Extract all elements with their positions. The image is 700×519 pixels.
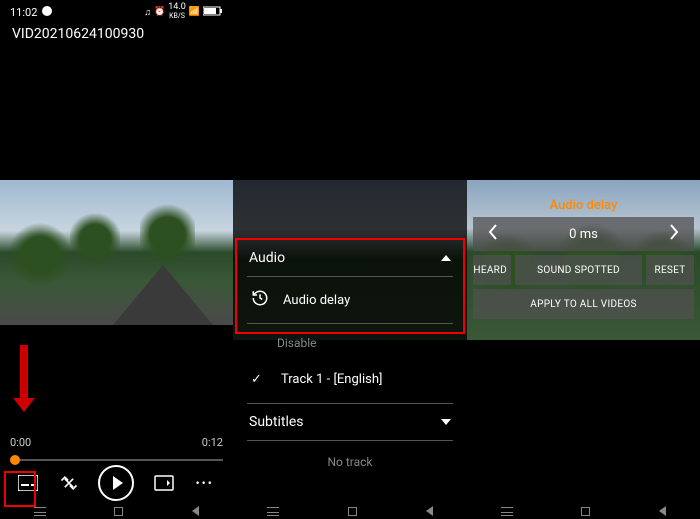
seek-thumb[interactable]	[10, 455, 20, 465]
track-row[interactable]: ✓ Track 1 - [English]	[237, 362, 463, 397]
annotation-arrow	[20, 345, 28, 400]
video-title: VID20210624100930	[0, 20, 233, 48]
screenshot-delay-controls: Audio delay 0 ms SOUND HEARD SOUND SPOTT…	[467, 0, 700, 519]
time-total: 0:12	[202, 436, 223, 449]
signal-icon: 📶	[189, 7, 200, 17]
aspect-button[interactable]	[153, 472, 175, 494]
no-track-label: No track	[237, 441, 463, 483]
net-speed: 14.0	[168, 2, 186, 12]
net-unit: KB/S	[169, 12, 185, 20]
subtitles-header-label: Subtitles	[249, 414, 304, 430]
nav-back-icon[interactable]	[659, 506, 666, 516]
subtitles-section-header[interactable]: Subtitles	[237, 404, 463, 440]
decrease-button[interactable]	[487, 223, 499, 246]
nav-home-icon[interactable]	[581, 507, 590, 516]
nav-home-icon[interactable]	[114, 507, 123, 516]
repeat-button[interactable]	[58, 472, 80, 494]
more-button[interactable]: •••	[194, 472, 216, 494]
annotation-highlight-box	[4, 471, 36, 507]
play-icon	[113, 476, 123, 490]
nav-recent-icon[interactable]	[501, 507, 513, 516]
apply-all-label: APPLY TO ALL VIDEOS	[530, 299, 636, 310]
screenshot-audio-menu: Audio Audio delay Disable ✓ Track 1 - [E…	[233, 0, 467, 519]
increase-button[interactable]	[668, 223, 680, 246]
audio-delay-title: Audio delay	[473, 192, 694, 217]
headphone-icon: ♫	[144, 7, 151, 18]
time-current: 0:00	[10, 436, 31, 449]
sound-spotted-label: SOUND SPOTTED	[537, 265, 620, 276]
expand-icon	[441, 419, 451, 425]
nav-back-icon[interactable]	[426, 506, 433, 516]
screenshot-player-main: 11:02 ♫ ⏰ 14.0 KB/S 📶 VID20210624100930 …	[0, 0, 233, 519]
video-frame[interactable]	[0, 180, 233, 325]
nav-back-icon[interactable]	[192, 506, 199, 516]
delay-stepper: 0 ms	[473, 217, 694, 251]
sound-heard-label: SOUND HEARD	[473, 265, 507, 276]
nav-home-icon[interactable]	[348, 507, 357, 516]
check-icon: ✓	[251, 372, 267, 387]
apply-all-button[interactable]: APPLY TO ALL VIDEOS	[473, 289, 694, 319]
reset-label: RESET	[654, 265, 685, 276]
status-bar: 11:02 ♫ ⏰ 14.0 KB/S 📶	[0, 0, 233, 20]
annotation-highlight-box	[235, 238, 465, 334]
status-time: 11:02	[10, 6, 37, 19]
reset-button[interactable]: RESET	[646, 255, 694, 285]
track-label: Track 1 - [English]	[281, 372, 382, 387]
play-button[interactable]	[98, 465, 134, 501]
alarm-icon: ⏰	[154, 7, 165, 17]
sound-heard-button[interactable]: SOUND HEARD	[473, 255, 511, 285]
delay-value: 0 ms	[569, 227, 598, 242]
sound-spotted-button[interactable]: SOUND SPOTTED	[515, 255, 642, 285]
nav-recent-icon[interactable]	[267, 507, 279, 516]
nav-recent-icon[interactable]	[34, 507, 46, 516]
messenger-icon	[41, 5, 53, 20]
battery-icon	[203, 6, 223, 19]
disable-label: Disable	[277, 336, 317, 350]
seek-bar[interactable]	[10, 459, 223, 461]
